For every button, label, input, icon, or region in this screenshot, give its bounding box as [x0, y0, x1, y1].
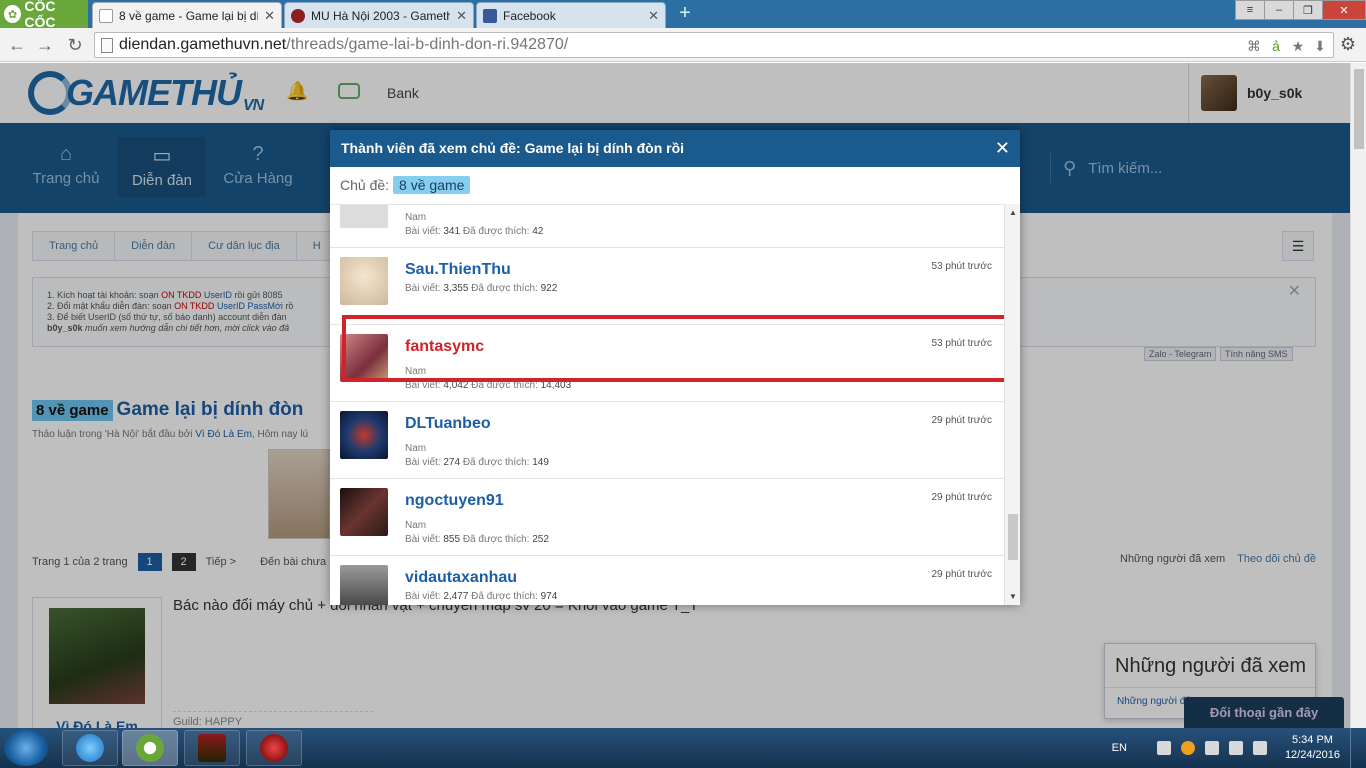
browser-logo[interactable]: ✿ CỐC CỐC [0, 0, 88, 30]
coccoc-icon [136, 734, 164, 762]
page-icon [99, 8, 113, 23]
avatar[interactable] [340, 565, 388, 605]
show-desktop-button[interactable] [1350, 728, 1360, 768]
coccoc-spell-icon[interactable]: ả [1267, 37, 1285, 55]
game-taskbar-button[interactable] [246, 730, 302, 766]
member-stats: Bài viết: 855 Đã được thích: 252 [405, 534, 549, 545]
maximize-button[interactable]: ❐ [1293, 0, 1323, 20]
topic-label: Chủ đề: [340, 177, 390, 193]
coccoc-taskbar-button[interactable] [122, 730, 178, 766]
member-stats: Bài viết: 3,355 Đã được thích: 922 [405, 283, 558, 294]
web-page: GAMETHỦ VN 🔔 Bank b0y_s0k ⌂ Trang chủ ▭ … [0, 63, 1350, 728]
clock-date: 12/24/2016 [1284, 749, 1340, 761]
taskbar: EN 5:34 PM 12/24/2016 [0, 728, 1366, 768]
close-icon[interactable]: ✕ [264, 8, 275, 24]
start-button[interactable] [4, 730, 48, 766]
member-view-time: 29 phút trước [931, 569, 992, 580]
avatar[interactable] [340, 257, 388, 305]
close-icon[interactable]: ✕ [648, 8, 659, 24]
browser-brand: CỐC CỐC [24, 0, 56, 30]
flag-icon[interactable] [1156, 741, 1171, 755]
browser-tab-bar: ✿ CỐC CỐC 8 về game - Game lại bị dín ✕ … [0, 0, 1366, 30]
list-item[interactable]: vidautaxanhau Bài viết: 2,477 Đã được th… [330, 556, 1004, 605]
member-view-time: 29 phút trước [931, 492, 992, 503]
list-item[interactable]: ngoctuyen91 Nam Bài viết: 855 Đã được th… [330, 479, 1004, 556]
member-view-time: 29 phút trước [931, 415, 992, 426]
browser-menu-icon[interactable]: ⚙ [1340, 34, 1356, 55]
mu-icon [291, 8, 305, 23]
modal-topic: Chủ đề: 8 về game [340, 176, 471, 194]
scroll-up-icon[interactable]: ▲ [1009, 208, 1017, 217]
menu-icon[interactable]: ≡ [1235, 0, 1265, 20]
forward-button[interactable]: → [34, 34, 56, 56]
volume-icon[interactable] [1252, 741, 1267, 755]
member-view-time: 53 phút trước [931, 261, 992, 272]
leaf-icon: ✿ [4, 5, 22, 23]
mu-taskbar-button[interactable] [184, 730, 240, 766]
modal-title: Thành viên đã xem chủ đề: Game lại bị dí… [341, 140, 685, 156]
avatar[interactable] [340, 205, 388, 228]
new-tab-button[interactable]: + [676, 3, 694, 23]
tools-icon[interactable] [1204, 741, 1219, 755]
close-icon[interactable]: ✕ [456, 8, 467, 24]
clock[interactable]: 5:34 PM 12/24/2016 [1285, 733, 1340, 763]
facebook-icon [483, 8, 497, 23]
member-name[interactable]: vidautaxanhau [405, 569, 517, 587]
member-name[interactable]: Sau.ThienThu [405, 261, 511, 279]
browser-toolbar: ← → ↻ diendan.gamethuvn.net /threads/gam… [0, 28, 1366, 62]
modal-header: Thành viên đã xem chủ đề: Game lại bị dí… [330, 130, 1020, 167]
url-host: diendan.gamethuvn.net [119, 36, 287, 53]
avatar[interactable] [340, 411, 388, 459]
game-icon [260, 734, 288, 762]
member-gender: Nam [405, 443, 427, 454]
thread-viewers-modal: Thành viên đã xem chủ đề: Game lại bị dí… [330, 130, 1020, 605]
download-icon[interactable]: ⬇ [1311, 37, 1329, 55]
app-tray-icon[interactable] [1180, 741, 1195, 755]
network-icon[interactable] [1228, 741, 1243, 755]
member-stats: Bài viết: 341 Đã được thích: 42 [405, 226, 544, 237]
member-name[interactable]: ngoctuyen91 [405, 492, 504, 510]
minimize-button[interactable]: – [1264, 0, 1294, 20]
tab-title: MU Hà Nội 2003 - Gameth [311, 8, 451, 23]
avatar[interactable] [340, 488, 388, 536]
window-close-button[interactable]: ✕ [1322, 0, 1366, 20]
mu-game-icon [198, 734, 226, 762]
modal-scrollbar[interactable]: ▲ ▼ [1004, 204, 1020, 605]
member-stats: Bài viết: 2,477 Đã được thích: 974 [405, 591, 558, 602]
list-item[interactable]: Nam Bài viết: 341 Đã được thích: 42 [330, 205, 1004, 248]
address-bar[interactable]: diendan.gamethuvn.net /threads/game-lai-… [94, 32, 1334, 58]
topic-prefix[interactable]: 8 về game [393, 176, 471, 194]
system-tray: EN 5:34 PM 12/24/2016 [1112, 728, 1360, 768]
close-icon[interactable]: ✕ [995, 138, 1010, 158]
scroll-thumb[interactable] [1354, 69, 1364, 149]
page-icon [101, 37, 113, 53]
member-stats: Bài viết: 274 Đã được thích: 149 [405, 457, 549, 468]
translate-icon[interactable]: ⌘ [1245, 37, 1263, 55]
reload-button[interactable]: ↻ [64, 34, 86, 56]
scroll-thumb[interactable] [1008, 514, 1018, 560]
address-icons: ⌘ ả ★ ⬇ [1245, 37, 1329, 55]
scroll-down-icon[interactable]: ▼ [1009, 592, 1017, 601]
browser-tab[interactable]: Facebook ✕ [476, 2, 666, 28]
window-controls: ≡ – ❐ ✕ [1235, 0, 1366, 20]
language-indicator[interactable]: EN [1112, 742, 1127, 754]
member-gender: Nam [405, 520, 427, 531]
internet-explorer-icon [76, 734, 104, 762]
ie-taskbar-button[interactable] [62, 730, 118, 766]
member-name[interactable]: DLTuanbeo [405, 415, 491, 433]
back-button[interactable]: ← [6, 34, 28, 56]
list-item[interactable]: Sau.ThienThu Bài viết: 3,355 Đã được thí… [330, 248, 1004, 325]
highlight-annotation [342, 315, 1004, 382]
viewer-list: Nam Bài viết: 341 Đã được thích: 42 Sau.… [330, 204, 1004, 605]
browser-tab-active[interactable]: 8 về game - Game lại bị dín ✕ [92, 2, 282, 28]
list-item[interactable]: DLTuanbeo Nam Bài viết: 274 Đã được thíc… [330, 402, 1004, 479]
url-path: /threads/game-lai-b-dinh-don-ri.942870/ [286, 36, 569, 53]
tab-title: Facebook [503, 8, 556, 23]
star-icon[interactable]: ★ [1289, 37, 1307, 55]
browser-tab[interactable]: MU Hà Nội 2003 - Gameth ✕ [284, 2, 474, 28]
clock-time: 5:34 PM [1291, 734, 1333, 746]
tab-title: 8 về game - Game lại bị dín [119, 8, 259, 23]
member-gender: Nam [405, 212, 427, 223]
page-scrollbar[interactable] [1350, 63, 1366, 728]
